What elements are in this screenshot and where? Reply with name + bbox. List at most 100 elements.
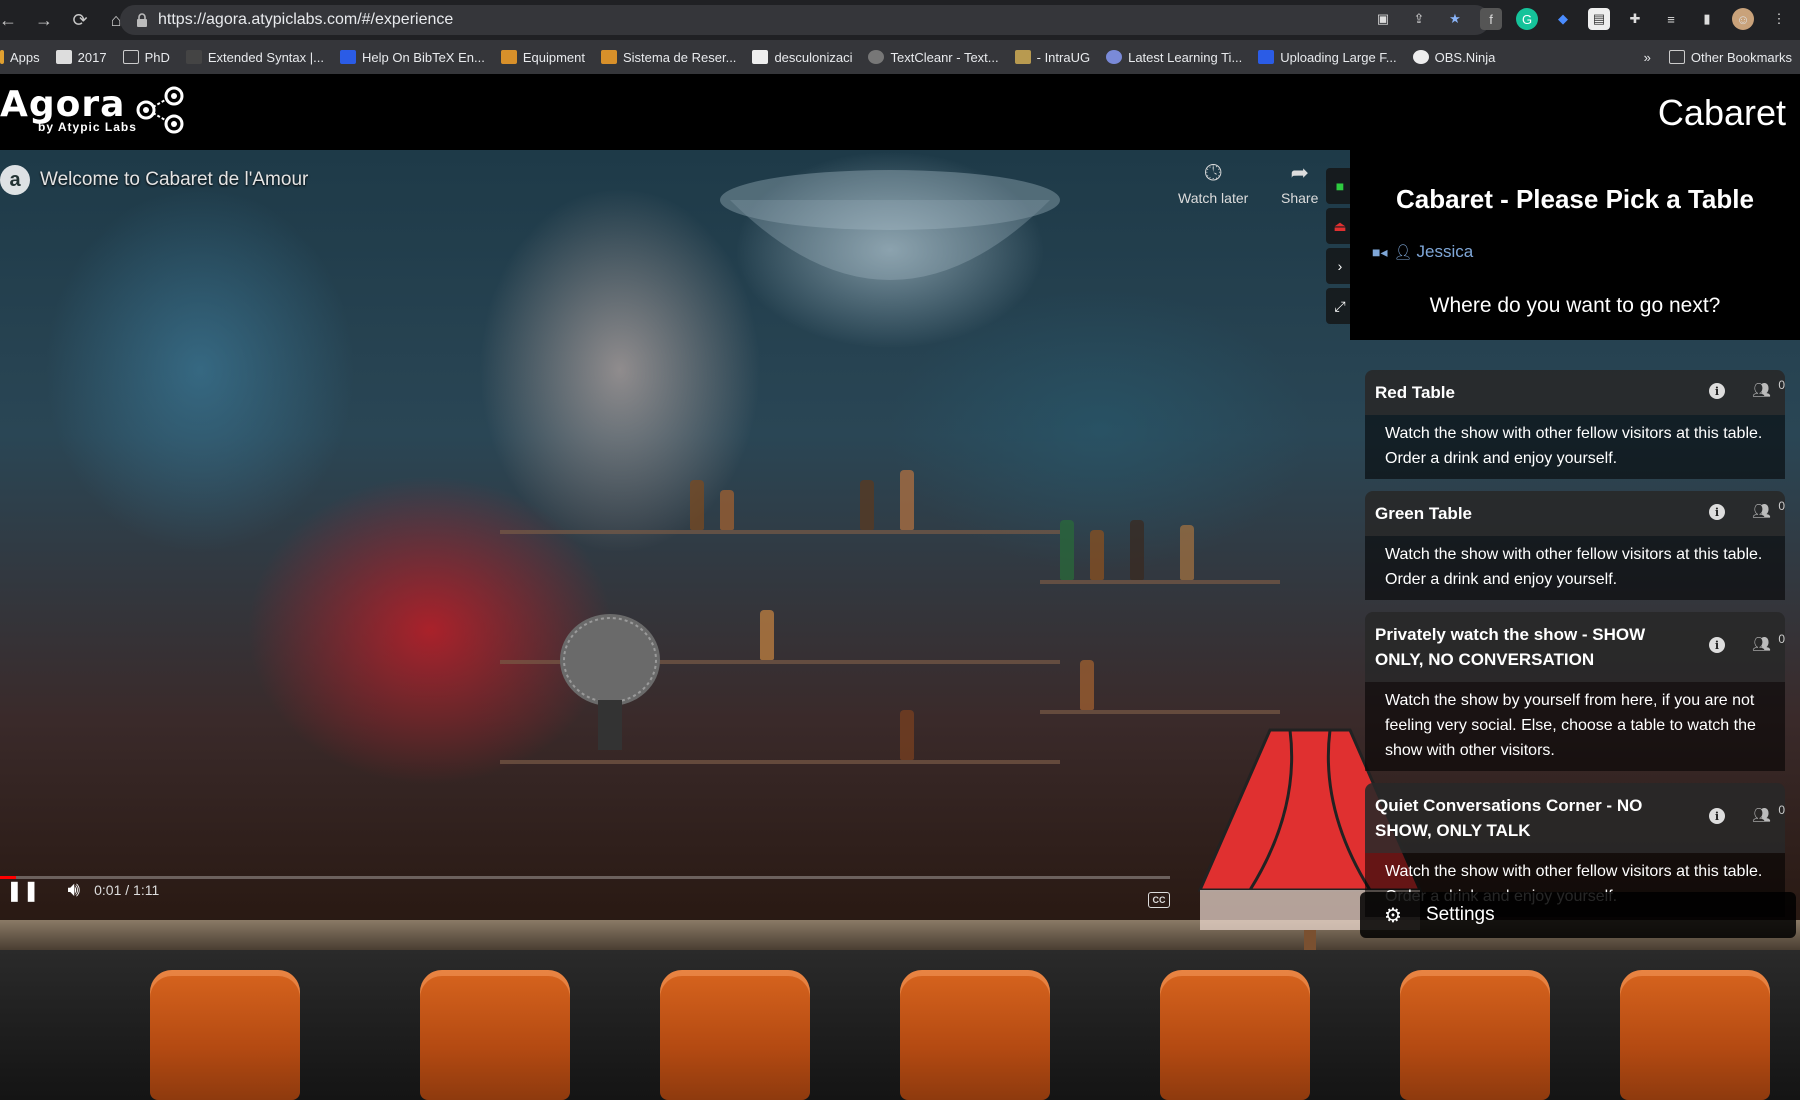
bookmark-bibtex[interactable]: Help On BibTeX En... (339, 50, 485, 65)
shield-ext-icon[interactable]: ◆ (1552, 8, 1574, 30)
pause-icon[interactable]: ❚❚ (6, 878, 40, 903)
site-favicon-icon (339, 50, 356, 64)
site-favicon-icon (1258, 50, 1275, 64)
bottle (860, 480, 874, 530)
page-ext-icon[interactable]: ▤ (1588, 8, 1610, 30)
occupant-count: 0 (1778, 378, 1785, 392)
bookmark-label: - IntraUG (1036, 49, 1091, 65)
bookmark-label: Apps (10, 49, 40, 65)
bookmark-extended-syntax[interactable]: Extended Syntax |... (185, 50, 324, 65)
table-list: Red Table i 👥︎ 0 Watch the show with oth… (1365, 370, 1785, 929)
back-icon[interactable]: ← (0, 6, 22, 34)
people-icon: 👥︎ (1751, 807, 1771, 824)
gear-icon: ⚙ (1384, 904, 1402, 927)
watch-later-button[interactable]: 🕓︎ Watch later (1178, 160, 1248, 206)
address-bar[interactable]: https://agora.atypiclabs.com/#/experienc… (120, 5, 1490, 35)
bottle (1090, 530, 1104, 580)
table-option-red[interactable]: Red Table i 👥︎ 0 Watch the show with oth… (1365, 370, 1785, 479)
occupant-count: 0 (1778, 632, 1785, 646)
current-user: ■◂ 👤︎ Jessica (1372, 242, 1473, 262)
closed-captions-button[interactable]: CC (1148, 892, 1170, 908)
extensions-puzzle-icon[interactable]: ✚ (1624, 8, 1646, 30)
bookmark-2017[interactable]: 2017 (55, 50, 107, 65)
info-icon[interactable]: i (1709, 504, 1725, 520)
bookmark-star-icon[interactable]: ★ (1444, 8, 1466, 30)
person-icon: 👤︎ (1393, 244, 1413, 261)
bookmark-intraug[interactable]: - IntraUG (1014, 49, 1091, 65)
site-favicon-icon (1412, 50, 1429, 64)
bookmark-label: OBS.Ninja (1434, 49, 1496, 65)
agora-logo-icon (136, 86, 184, 134)
clock-icon: 🕓︎ (1204, 160, 1222, 185)
settings-button[interactable]: ⚙ Settings (1360, 892, 1796, 938)
share-label: Share (1281, 190, 1319, 206)
bookmark-uploading[interactable]: Uploading Large F... (1258, 49, 1397, 65)
bookmark-desculonizaci[interactable]: desculonizaci (752, 50, 852, 65)
forward-icon[interactable]: → (30, 6, 58, 34)
camera-blocked-icon[interactable]: ▣ (1372, 8, 1394, 30)
reading-list-icon[interactable]: ≡ (1660, 8, 1682, 30)
table-option-private[interactable]: Privately watch the show - SHOW ONLY, NO… (1365, 612, 1785, 771)
video-title[interactable]: Welcome to Cabaret de l'Amour (40, 169, 308, 191)
settings-label: Settings (1425, 904, 1495, 925)
browser-toolbar: ← → ⟳ ⌂ https://agora.atypiclabs.com/#/e… (0, 0, 1800, 40)
bookmark-sistema[interactable]: Sistema de Reser... (600, 50, 736, 65)
bar-stool (1160, 970, 1310, 1100)
bottle (900, 710, 914, 760)
chandelier-graphic (720, 170, 1060, 280)
bottle (900, 470, 914, 530)
app-header: Agora by Atypic Labs Cabaret (0, 74, 1800, 150)
video-title-row: a Welcome to Cabaret de l'Amour (0, 150, 308, 210)
grammarly-ext-icon[interactable]: G (1516, 8, 1538, 30)
reload-icon[interactable]: ⟳ (66, 6, 94, 34)
room-panel: Cabaret - Please Pick a Table ■◂ 👤︎ Jess… (1350, 150, 1800, 340)
apps-grid-icon (0, 50, 4, 64)
folder-icon (122, 50, 139, 64)
bar-stool (420, 970, 570, 1100)
share-arrow-icon: ➦ (1290, 160, 1309, 185)
url-text: https://agora.atypiclabs.com/#/experienc… (158, 11, 454, 28)
video-player-controls: ❚❚ 🔊︎ 0:01 / 1:11 (0, 870, 1180, 910)
room-title: Cabaret (1657, 92, 1786, 133)
facebook-ext-icon[interactable]: f (1480, 8, 1502, 30)
bar-stool (900, 970, 1050, 1100)
bookmark-label: Uploading Large F... (1280, 49, 1397, 65)
lock-icon (137, 13, 147, 27)
other-bookmarks[interactable]: Other Bookmarks (1691, 50, 1792, 65)
bottle (760, 610, 774, 660)
info-icon[interactable]: i (1709, 637, 1725, 653)
share-page-icon[interactable]: ⇪ (1408, 8, 1430, 30)
folder-icon (1668, 50, 1685, 64)
bottle (1060, 520, 1074, 580)
side-panel-icon[interactable]: ▮ (1696, 8, 1718, 30)
people-icon: 👥︎ (1751, 382, 1771, 399)
bookmark-label: TextCleanr - Text... (890, 49, 999, 65)
occupant-count: 0 (1778, 803, 1785, 817)
site-favicon-icon (55, 50, 72, 64)
share-button[interactable]: ➦ Share (1281, 160, 1318, 206)
bookmark-latest-learning[interactable]: Latest Learning Ti... (1106, 50, 1242, 65)
panel-title: Cabaret - Please Pick a Table (1396, 184, 1754, 214)
site-favicon-icon (1014, 50, 1031, 64)
bookmark-apps[interactable]: Apps (0, 50, 40, 65)
table-option-green[interactable]: Green Table i 👥︎ 0 Watch the show with o… (1365, 491, 1785, 600)
bookmark-phd[interactable]: PhD (122, 50, 170, 65)
bookmark-label: Latest Learning Ti... (1128, 49, 1243, 65)
volume-icon[interactable]: 🔊︎ (68, 879, 81, 902)
menu-dots-icon[interactable]: ⋮ (1768, 8, 1790, 30)
bookmarks-overflow-chevron[interactable]: » (1644, 50, 1651, 65)
bar-shelf (500, 530, 1060, 534)
info-icon[interactable]: i (1709, 383, 1725, 399)
people-icon: 👥︎ (1751, 503, 1771, 520)
table-description: Watch the show with other fellow visitor… (1365, 415, 1785, 479)
bookmark-equipment[interactable]: Equipment (500, 49, 585, 65)
bookmark-textcleanr[interactable]: TextCleanr - Text... (868, 49, 999, 65)
info-icon[interactable]: i (1709, 808, 1725, 824)
profile-avatar[interactable]: ☺ (1732, 8, 1754, 30)
bookmark-obs-ninja[interactable]: OBS.Ninja (1412, 49, 1496, 65)
bar-stool (150, 970, 300, 1100)
bookmark-label: Equipment (522, 49, 585, 65)
channel-avatar[interactable]: a (0, 165, 30, 195)
bar-shelf (1040, 710, 1280, 714)
site-favicon-icon (500, 50, 517, 64)
